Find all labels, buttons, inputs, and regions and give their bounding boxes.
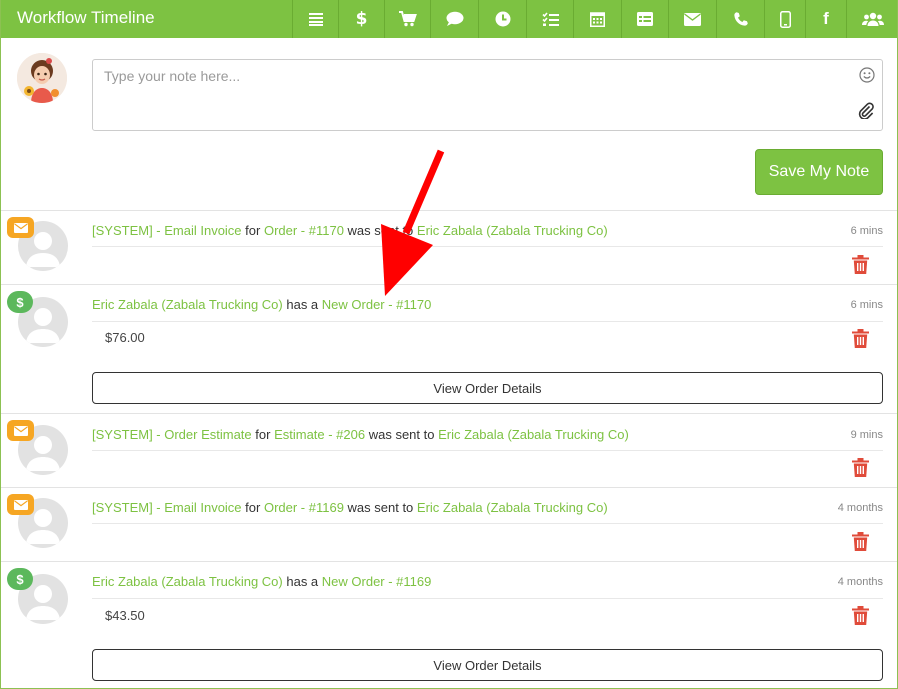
trash-icon[interactable] [852, 255, 869, 279]
toolbar: $ f [292, 0, 897, 38]
trash-icon[interactable] [852, 532, 869, 556]
comment-icon[interactable] [430, 0, 478, 38]
entry-divider [92, 321, 883, 322]
timeline-entry: $ Eric Zabala (Zabala Trucking Co) has a… [1, 284, 897, 413]
email-badge-icon [7, 217, 34, 238]
trash-icon[interactable] [852, 606, 869, 630]
entry-text: [SYSTEM] - Email Invoice for Order - #11… [92, 500, 608, 515]
entry-link[interactable]: Eric Zabala (Zabala Trucking Co) [438, 427, 629, 442]
mobile-icon[interactable] [764, 0, 805, 38]
timeline-entry: [SYSTEM] - Email Invoice for Order - #11… [1, 210, 897, 284]
note-input-box [92, 59, 883, 131]
panel-header: Workflow Timeline $ f [1, 0, 897, 38]
cart-icon[interactable] [384, 0, 430, 38]
paperclip-icon[interactable] [858, 102, 874, 124]
emoji-icon[interactable] [859, 67, 875, 88]
entry-text: Eric Zabala (Zabala Trucking Co) has a N… [92, 297, 431, 312]
clock-icon[interactable] [478, 0, 526, 38]
entry-text-segment: has a [282, 574, 322, 589]
timeline-entry: [SYSTEM] - Order Estimate for Estimate -… [1, 413, 897, 487]
entry-link[interactable]: [SYSTEM] - Order Estimate [92, 427, 252, 442]
entry-text-segment: for [251, 427, 275, 442]
entry-divider [92, 246, 883, 247]
email-badge-icon [7, 420, 34, 441]
order-amount: $43.50 [105, 608, 145, 623]
entry-text-segment: has a [282, 297, 322, 312]
phone-icon[interactable] [716, 0, 764, 38]
timeline-entry: $ Eric Zabala (Zabala Trucking Co) has a… [1, 561, 897, 688]
entry-link[interactable]: Eric Zabala (Zabala Trucking Co) [417, 223, 608, 238]
note-input[interactable] [93, 60, 843, 120]
entry-link[interactable]: Eric Zabala (Zabala Trucking Co) [92, 574, 283, 589]
dollar-badge-icon: $ [7, 568, 33, 590]
workflow-timeline-panel: Workflow Timeline $ f Type your note her… [0, 0, 898, 689]
entry-text-segment: was sent to [343, 223, 417, 238]
table-icon[interactable] [621, 0, 668, 38]
entry-link[interactable]: New Order - #1170 [322, 297, 432, 312]
users-icon[interactable] [846, 0, 897, 38]
view-order-details-button[interactable]: View Order Details [92, 649, 883, 681]
timeline-entry: [SYSTEM] - Email Invoice for Order - #11… [1, 487, 897, 561]
entry-timestamp: 4 months [837, 502, 883, 514]
order-amount: $76.00 [105, 330, 145, 345]
list-icon[interactable] [292, 0, 338, 38]
trash-icon[interactable] [852, 329, 869, 353]
user-avatar [17, 53, 67, 103]
facebook-icon[interactable]: f [805, 0, 846, 38]
entry-text-segment: for [241, 223, 264, 238]
entry-text: [SYSTEM] - Email Invoice for Order - #11… [92, 223, 608, 238]
entry-timestamp: 6 mins [850, 299, 883, 311]
entry-text: [SYSTEM] - Order Estimate for Estimate -… [92, 427, 629, 442]
dollar-icon[interactable]: $ [338, 0, 384, 38]
entry-divider [92, 450, 883, 451]
trash-icon[interactable] [852, 458, 869, 482]
entry-link[interactable]: Eric Zabala (Zabala Trucking Co) [92, 297, 283, 312]
email-badge-icon [7, 494, 34, 515]
entry-timestamp: 6 mins [850, 225, 883, 237]
entry-link[interactable]: [SYSTEM] - Email Invoice [92, 223, 242, 238]
entry-divider [92, 523, 883, 524]
entry-text-segment: for [241, 500, 264, 515]
entry-text: Eric Zabala (Zabala Trucking Co) has a N… [92, 574, 431, 589]
panel-title: Workflow Timeline [17, 8, 155, 27]
calendar-icon[interactable] [573, 0, 621, 38]
entry-timestamp: 4 months [837, 576, 883, 588]
entry-text-segment: was sent to [343, 500, 417, 515]
entry-link[interactable]: Eric Zabala (Zabala Trucking Co) [417, 500, 608, 515]
view-order-details-button[interactable]: View Order Details [92, 372, 883, 404]
entry-link[interactable]: [SYSTEM] - Email Invoice [92, 500, 242, 515]
envelope-icon[interactable] [668, 0, 716, 38]
entry-link[interactable]: Order - #1170 [264, 223, 344, 238]
save-note-button[interactable]: Save My Note [755, 149, 883, 195]
entry-link[interactable]: Estimate - #206 [274, 427, 365, 442]
entry-text-segment: was sent to [365, 427, 439, 442]
entry-link[interactable]: New Order - #1169 [322, 574, 432, 589]
dollar-badge-icon: $ [7, 291, 33, 313]
entry-timestamp: 9 mins [850, 429, 883, 441]
tasks-icon[interactable] [526, 0, 573, 38]
entry-link[interactable]: Order - #1169 [264, 500, 344, 515]
entry-divider [92, 598, 883, 599]
